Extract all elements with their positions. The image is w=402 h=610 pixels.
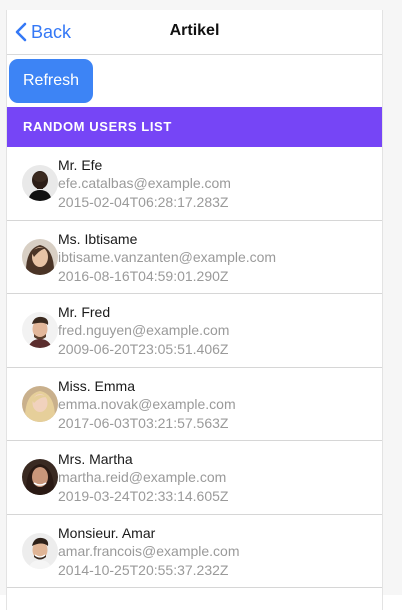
user-date: 2016-08-16T04:59:01.290Z [58, 267, 229, 284]
user-name: Mrs. Martha [58, 451, 133, 467]
avatar [22, 165, 58, 201]
list-item[interactable]: Mr. Efe efe.catalbas@example.com 2015-02… [7, 147, 382, 221]
user-email: ibtisame.vanzanten@example.com [58, 248, 277, 265]
user-email: emma.novak@example.com [58, 395, 236, 412]
avatar [22, 385, 58, 422]
user-info: Ms. Ibtisame ibtisame.vanzanten@example.… [58, 230, 276, 286]
user-info: Miss. Emma emma.novak@example.com 2017-0… [58, 377, 236, 433]
user-date: 2017-06-03T03:21:57.563Z [58, 414, 229, 431]
user-name: Ms. Ibtisame [58, 230, 138, 247]
avatar-image [22, 238, 58, 275]
user-info: Monsieur. Amar amar.francois@example.com… [58, 524, 240, 580]
users-list: Mr. Efe efe.catalbas@example.com 2015-02… [7, 147, 382, 588]
user-name: Mr. Efe [58, 157, 103, 173]
user-name: Mr. Fred [58, 304, 111, 320]
list-item[interactable]: Ms. Ibtisame ibtisame.vanzanten@example.… [7, 221, 382, 294]
user-date: 2019-03-24T02:33:14.605Z [58, 488, 229, 504]
avatar [22, 238, 58, 275]
avatar-image [22, 385, 58, 422]
refresh-button[interactable]: Refresh [9, 59, 93, 103]
toolbar: Refresh [7, 55, 382, 107]
list-header: RANDOM USERS LIST [7, 107, 382, 147]
user-date: 2015-02-04T06:28:17.283Z [58, 194, 229, 210]
list-item[interactable]: Miss. Emma emma.novak@example.com 2017-0… [7, 368, 382, 441]
page-title: Artikel [169, 22, 220, 39]
avatar [22, 459, 58, 495]
avatar-image [22, 165, 58, 201]
list-item[interactable]: Monsieur. Amar amar.francois@example.com… [7, 515, 382, 588]
user-email: fred.nguyen@example.com [58, 322, 230, 338]
user-email: martha.reid@example.com [58, 469, 227, 485]
user-date: 2014-10-25T20:55:37.232Z [58, 561, 229, 578]
user-date: 2009-06-20T23:05:51.406Z [58, 341, 229, 357]
avatar-image [22, 459, 58, 495]
user-info: Mr. Fred fred.nguyen@example.com 2009-06… [58, 303, 229, 359]
user-name: Miss. Emma [58, 377, 135, 394]
app-screen: Back Artikel Refresh RANDOM USERS LIST M… [6, 10, 383, 610]
list-item[interactable]: Mrs. Martha martha.reid@example.com 2019… [7, 441, 382, 515]
user-info: Mrs. Martha martha.reid@example.com 2019… [58, 450, 228, 506]
navigation-bar: Back Artikel [7, 10, 382, 55]
avatar-image [22, 312, 58, 348]
list-item[interactable]: Mr. Fred fred.nguyen@example.com 2009-06… [7, 294, 382, 368]
user-info: Mr. Efe efe.catalbas@example.com 2015-02… [58, 156, 231, 212]
user-email: amar.francois@example.com [58, 542, 240, 559]
user-name: Monsieur. Amar [58, 524, 156, 541]
avatar-image [22, 532, 58, 569]
avatar [22, 532, 58, 569]
avatar [22, 312, 58, 348]
user-email: efe.catalbas@example.com [58, 175, 231, 191]
